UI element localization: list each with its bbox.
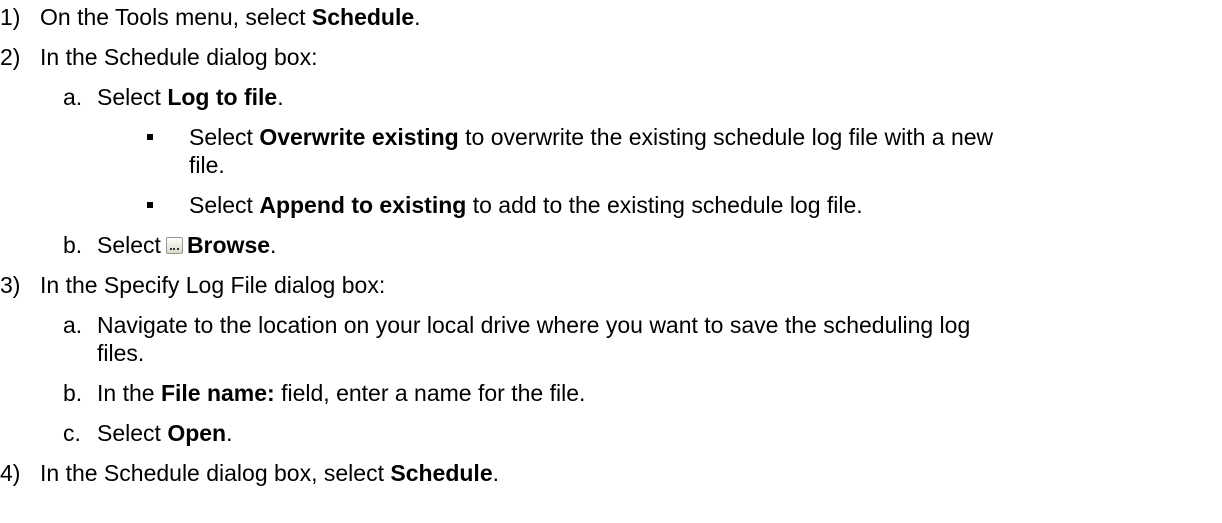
step-number: 4) [0, 460, 21, 486]
substep-letter: b. [63, 380, 83, 406]
bullet-text: Select Append to existing to add to the … [189, 192, 863, 218]
substep-letter: a. [63, 84, 83, 110]
step-text: In the Schedule dialog box: [40, 44, 318, 70]
bullet-marker [147, 134, 153, 140]
browse-ellipsis-icon [165, 237, 183, 254]
substep-letter: a. [63, 312, 83, 338]
substep-text: In the File name: field, enter a name fo… [97, 380, 586, 406]
substep-text: Select Open. [97, 420, 233, 446]
substep-continuation: files. [97, 340, 145, 366]
substep-letter: c. [63, 420, 81, 446]
bullet-continuation: file. [189, 152, 225, 178]
step-text: In the Schedule dialog box, select Sched… [40, 460, 500, 486]
step-number: 1) [0, 4, 21, 30]
substep-letter: b. [63, 232, 83, 258]
bullet-marker [147, 202, 153, 208]
step-text: On the Tools menu, select Schedule. [40, 4, 421, 30]
step-text: In the Specify Log File dialog box: [40, 272, 386, 298]
substep-text: Navigate to the location on your local d… [97, 312, 971, 338]
step-number: 2) [0, 44, 21, 70]
substep-text: Select Browse. [97, 232, 277, 258]
substep-text: Select Log to file. [97, 84, 284, 110]
bullet-text: Select Overwrite existing to overwrite t… [189, 124, 994, 150]
instructions-document: 1) On the Tools menu, select Schedule. 2… [0, 0, 1222, 523]
step-number: 3) [0, 272, 21, 298]
